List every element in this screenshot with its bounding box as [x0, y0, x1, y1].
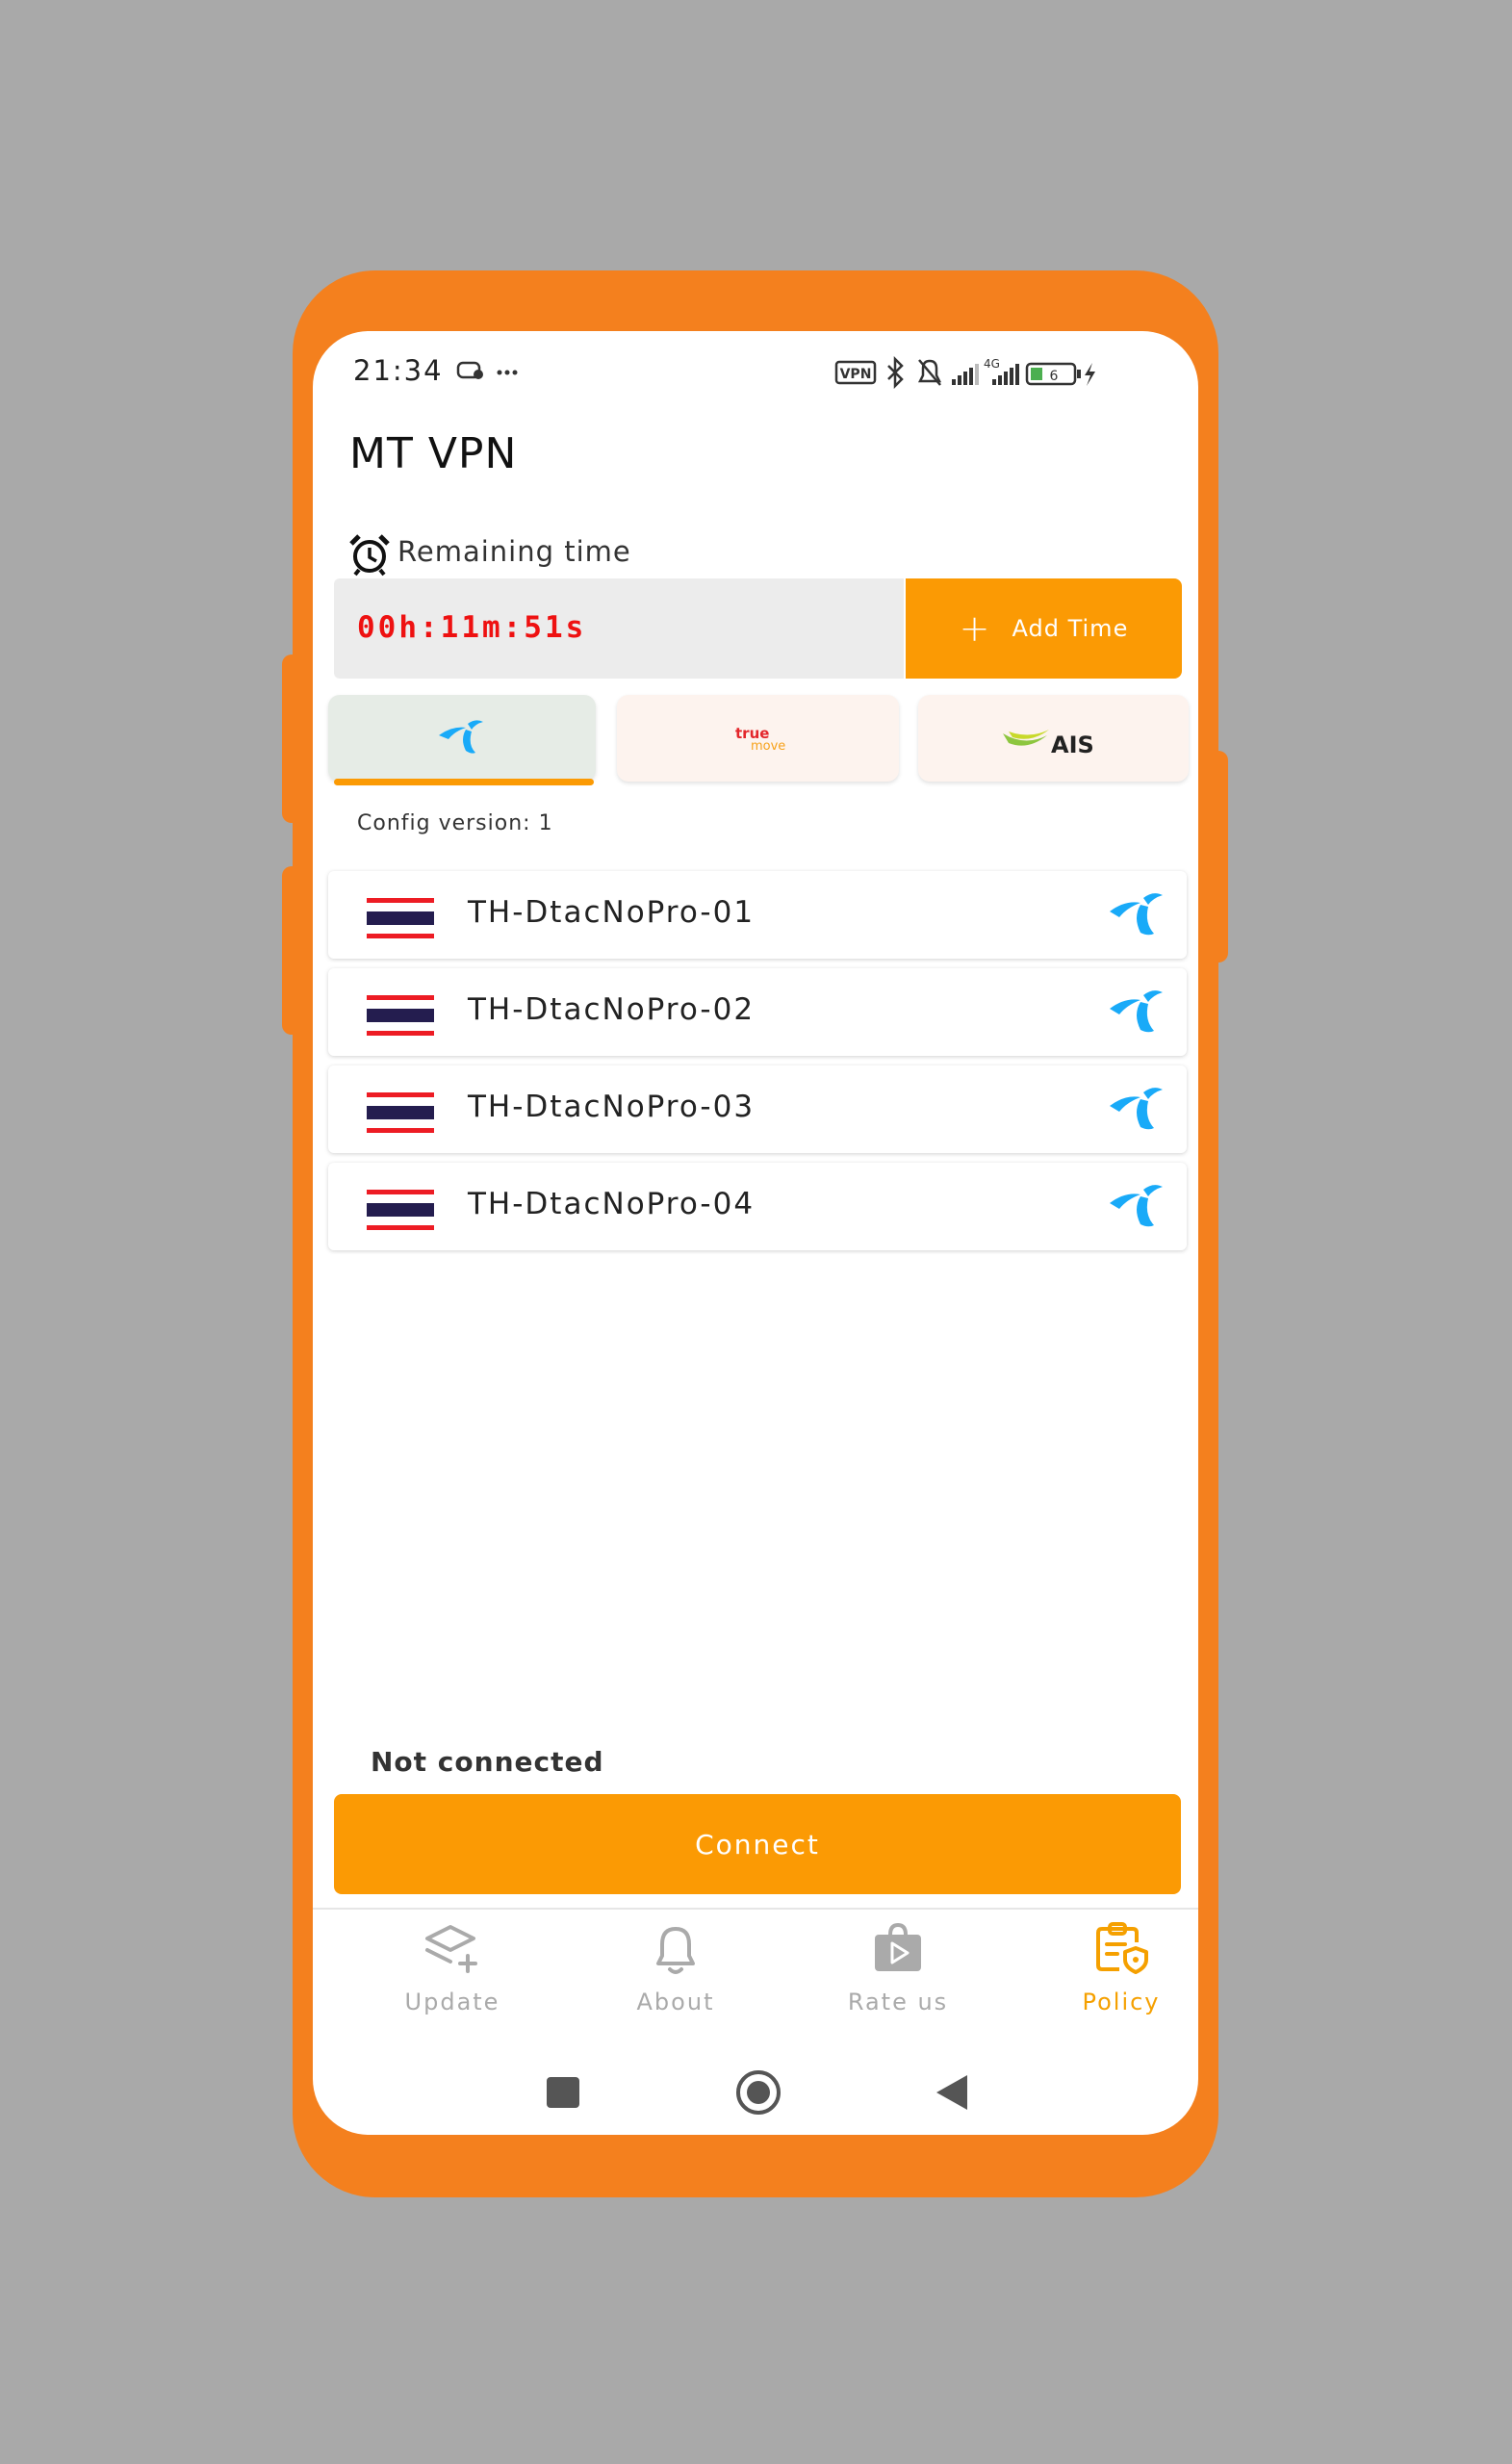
server-row[interactable]: TH-DtacNoPro-01 [328, 871, 1187, 959]
app-title: MT VPN [349, 429, 518, 478]
tab-selected-indicator [334, 779, 594, 785]
nav-about[interactable]: About [589, 1919, 762, 2015]
nav-rate-us-label: Rate us [847, 1989, 949, 2015]
app-screen: 21:34 VPN 4G 6 MT VPN Remaining time 00h… [313, 331, 1198, 2135]
svg-text:AIS: AIS [1051, 732, 1094, 758]
plus-icon: + [959, 607, 991, 650]
svg-text:6: 6 [1050, 369, 1059, 384]
bluetooth-icon [887, 355, 904, 389]
battery-icon: 6 [1025, 362, 1081, 386]
bell-off-icon [917, 359, 942, 386]
nav-about-label: About [636, 1989, 715, 2015]
back-icon [936, 2075, 967, 2110]
truemove-logo-icon: true move [735, 725, 785, 754]
thailand-flag-icon [367, 1190, 434, 1230]
nav-divider [313, 1908, 1198, 1910]
add-time-button[interactable]: + Add Time [906, 578, 1182, 679]
server-row[interactable]: TH-DtacNoPro-02 [328, 968, 1187, 1056]
charging-icon [1085, 363, 1095, 386]
connection-status: Not connected [371, 1746, 604, 1778]
nav-rate-us[interactable]: Rate us [811, 1919, 985, 2015]
connect-button[interactable]: Connect [334, 1794, 1181, 1894]
side-button [1209, 751, 1228, 962]
dtac-icon [1110, 990, 1163, 1033]
power-button [282, 866, 301, 1035]
config-version: Config version: 1 [357, 811, 553, 835]
policy-icon [1096, 1922, 1148, 1974]
tab-truemove[interactable]: true move [617, 695, 899, 782]
server-name: TH-DtacNoPro-01 [468, 895, 756, 930]
nav-policy[interactable]: Policy [1035, 1919, 1198, 2015]
svg-text:4G: 4G [984, 357, 1000, 371]
dtac-icon [1110, 1088, 1163, 1130]
play-store-icon [875, 1922, 921, 1971]
chat-icon [456, 361, 483, 379]
volume-button [282, 654, 301, 823]
thailand-flag-icon [367, 1092, 434, 1133]
tab-ais[interactable]: AIS [918, 695, 1189, 782]
tab-dtac[interactable] [328, 695, 596, 785]
add-time-label: Add Time [1012, 615, 1129, 642]
nav-update-label: Update [404, 1989, 500, 2015]
remaining-time-label: Remaining time [397, 535, 631, 568]
server-name: TH-DtacNoPro-03 [468, 1090, 756, 1124]
server-row[interactable]: TH-DtacNoPro-04 [328, 1163, 1187, 1250]
nav-policy-label: Policy [1082, 1989, 1161, 2015]
more-dots-icon [497, 370, 518, 375]
server-row[interactable]: TH-DtacNoPro-03 [328, 1065, 1187, 1153]
status-bar-icons: VPN 4G 6 [456, 355, 1095, 389]
remaining-time-value: 00h:11m:51s [357, 610, 587, 645]
system-nav-bar [547, 2070, 967, 2115]
thailand-flag-icon [367, 995, 434, 1036]
ais-logo-icon: AIS [1002, 730, 1094, 758]
nav-update[interactable]: Update [366, 1919, 539, 2015]
server-name: TH-DtacNoPro-02 [468, 992, 756, 1027]
home-icon [736, 2070, 781, 2115]
signal-icon [952, 364, 979, 385]
vpn-badge-icon: VPN [834, 360, 877, 385]
svg-text:move: move [751, 739, 785, 754]
alarm-clock-icon [349, 534, 390, 577]
svg-text:VPN: VPN [840, 367, 872, 382]
signal-4g-icon: 4G [984, 357, 1019, 385]
bell-icon [656, 1927, 695, 1974]
layers-plus-icon [425, 1925, 477, 1973]
dtac-icon [1110, 893, 1163, 936]
thailand-flag-icon [367, 898, 434, 938]
server-name: TH-DtacNoPro-04 [468, 1187, 756, 1221]
dtac-logo-icon [439, 720, 483, 754]
dtac-icon [1110, 1185, 1163, 1227]
recents-icon [547, 2077, 579, 2108]
